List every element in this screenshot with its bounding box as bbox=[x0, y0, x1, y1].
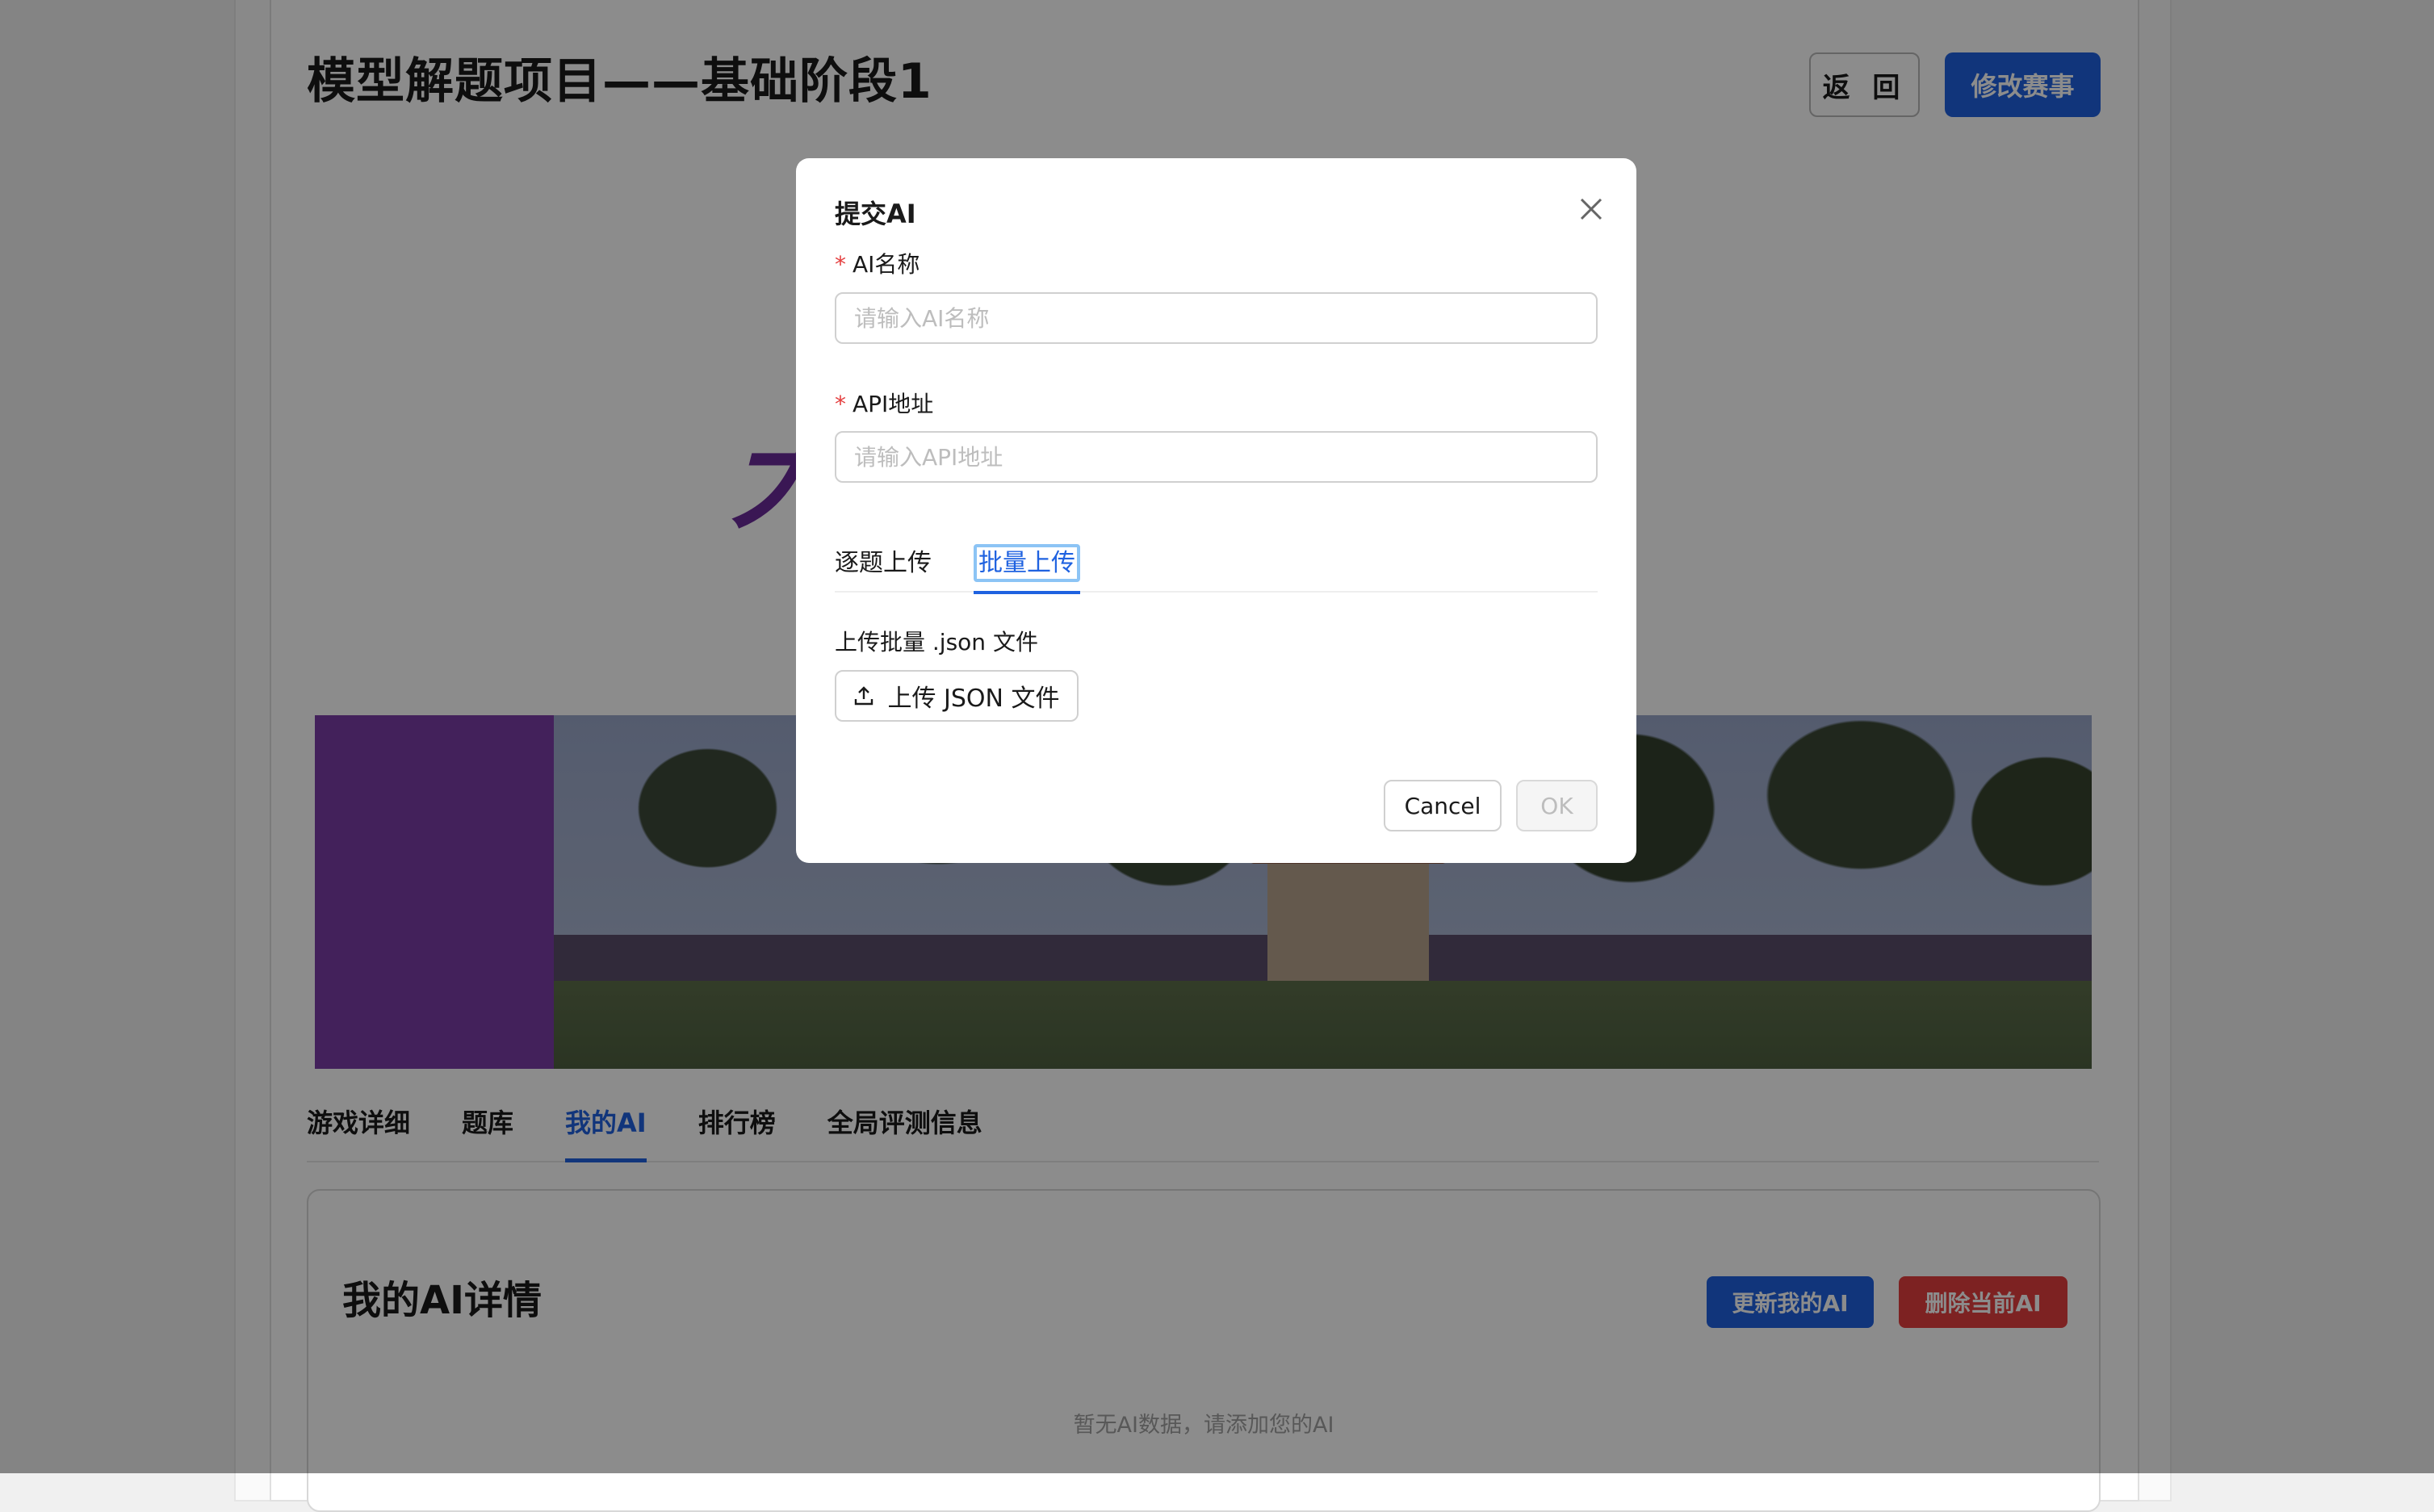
upload-json-button-label: 上传 JSON 文件 bbox=[887, 678, 1059, 714]
ai-name-input[interactable] bbox=[835, 292, 1598, 344]
close-icon-svg bbox=[1579, 197, 1603, 221]
tab-single-upload[interactable]: 逐题上传 bbox=[835, 542, 932, 593]
upload-icon bbox=[853, 685, 874, 706]
tab-batch-upload[interactable]: 批量上传 bbox=[974, 542, 1080, 593]
api-address-label-text: API地址 bbox=[853, 391, 933, 417]
close-icon[interactable] bbox=[1571, 189, 1611, 229]
submit-ai-modal: 提交AI * AI名称 * API地址 逐题上传 批量上传 上传批量 .json 文… bbox=[796, 158, 1636, 863]
ai-name-label: * AI名称 bbox=[835, 247, 920, 279]
ok-button[interactable]: OK bbox=[1516, 780, 1598, 831]
required-mark: * bbox=[835, 391, 846, 417]
modal-title: 提交AI bbox=[835, 194, 916, 231]
tab-single-upload-label: 逐题上传 bbox=[835, 549, 932, 577]
upload-mode-tabs: 逐题上传 批量上传 bbox=[835, 534, 1598, 593]
upload-json-button[interactable]: 上传 JSON 文件 bbox=[835, 670, 1079, 722]
api-address-label: * API地址 bbox=[835, 387, 933, 419]
required-mark: * bbox=[835, 251, 846, 278]
tab-batch-upload-label: 批量上传 bbox=[974, 544, 1080, 582]
ai-name-label-text: AI名称 bbox=[853, 251, 920, 278]
cancel-button[interactable]: Cancel bbox=[1384, 780, 1502, 831]
api-address-input[interactable] bbox=[835, 431, 1598, 483]
upload-batch-label: 上传批量 .json 文件 bbox=[835, 625, 1038, 657]
